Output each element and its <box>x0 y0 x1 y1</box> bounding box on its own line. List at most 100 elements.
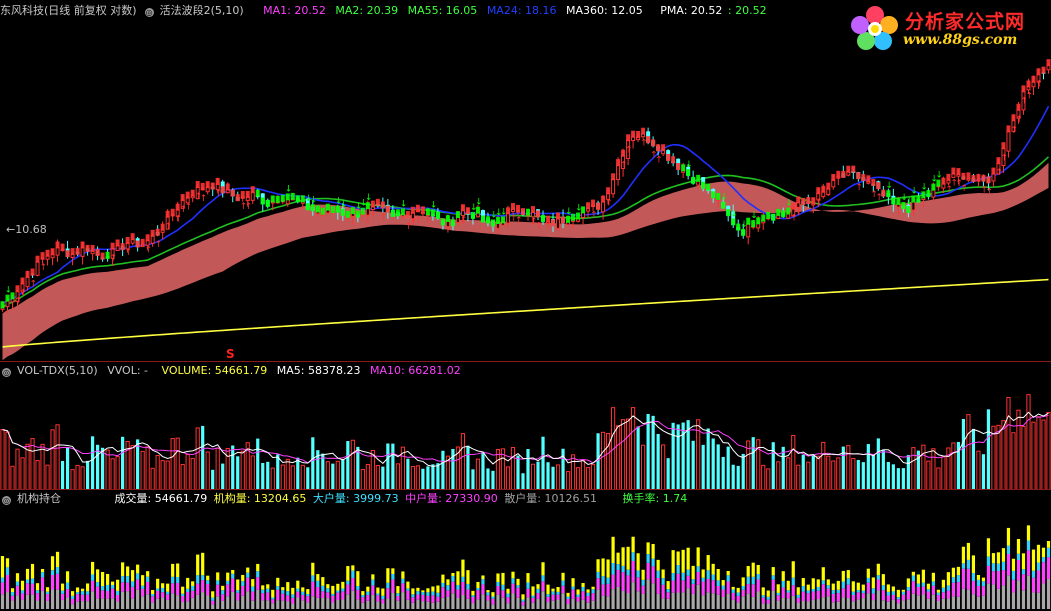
band-marker <box>260 197 265 205</box>
holding-bar-segment <box>721 580 725 586</box>
volume-bar <box>285 458 290 490</box>
holding-bar-segment <box>5 567 10 575</box>
pink-band-area <box>2 162 1049 361</box>
holding-bar-segment <box>516 587 520 598</box>
band-arrow: ↑ <box>535 221 543 231</box>
holding-bar-segment <box>971 555 976 574</box>
holding-bar-segment <box>966 542 971 560</box>
band-marker <box>130 233 135 241</box>
holding-bar-segment <box>191 597 195 609</box>
band-arrow: ↓ <box>400 199 408 209</box>
holding-bar-segment <box>751 576 755 585</box>
band-marker <box>290 192 295 200</box>
volume-bar <box>325 461 330 490</box>
holding-bar-segment <box>361 591 365 596</box>
volume-bar <box>986 409 991 490</box>
holding-bar-segment <box>351 578 355 591</box>
volume-bar <box>55 424 60 490</box>
holding-bar-segment <box>846 578 850 585</box>
holding-bar-segment <box>221 600 225 609</box>
holding-bar-segment <box>911 571 915 576</box>
band-marker <box>340 208 345 216</box>
band-marker <box>345 210 350 218</box>
holding-bar-segment <box>476 590 480 600</box>
holding-bar-segment <box>40 591 45 609</box>
holdings-name[interactable]: 机构持仓 <box>17 492 61 505</box>
holding-bar-segment <box>181 602 185 609</box>
holding-bar-segment <box>971 594 976 609</box>
holding-bar-segment <box>276 589 280 601</box>
holdings-settings-icon[interactable]: ◎ <box>2 496 11 505</box>
holding-bar-segment <box>216 572 220 581</box>
band-marker <box>696 174 701 182</box>
holding-bar-segment <box>416 594 420 600</box>
band-marker <box>30 268 35 276</box>
holding-bar-segment <box>516 585 520 588</box>
vol-indicator-name[interactable]: VOL-TDX(5,10) <box>17 364 98 377</box>
holding-bar-segment <box>556 587 560 592</box>
holding-bar-segment <box>196 554 200 576</box>
holding-bar-segment <box>761 597 765 604</box>
holding-bar-segment <box>481 594 485 609</box>
holding-bar-segment <box>606 583 610 597</box>
volume-bar <box>661 444 666 490</box>
holding-bar-segment <box>811 588 815 592</box>
volume-bar <box>25 443 30 490</box>
holding-bar-segment <box>246 572 250 578</box>
holding-bar-segment <box>106 598 110 609</box>
band-marker <box>981 174 986 182</box>
band-arrow: ↑ <box>995 168 1003 178</box>
holding-bar-segment <box>571 589 575 599</box>
holding-bar-segment <box>416 599 420 609</box>
holding-bar-segment <box>631 582 635 609</box>
holding-bar-segment <box>341 591 345 600</box>
band-marker <box>460 204 465 212</box>
holding-bar-segment <box>161 592 165 598</box>
holding-bar-segment <box>95 569 100 583</box>
holding-bar-segment <box>211 597 215 601</box>
holding-bar-segment <box>416 587 420 592</box>
holding-bar-segment <box>266 584 270 589</box>
band-marker <box>691 176 696 184</box>
volume-bar <box>426 466 430 490</box>
band-arrow: ↑ <box>590 211 598 221</box>
holding-bar-segment <box>671 573 675 581</box>
holding-bar-segment <box>836 593 840 602</box>
holding-bar-segment <box>716 580 720 586</box>
band-marker <box>380 201 385 209</box>
band-marker <box>816 187 821 195</box>
holding-bar-segment <box>621 547 625 566</box>
holding-bar-segment <box>611 562 615 575</box>
holding-bar-segment <box>471 590 475 596</box>
holding-bar-segment <box>271 597 275 600</box>
holding-bar-segment <box>521 605 525 609</box>
holding-bar-segment <box>911 581 915 594</box>
band-arrow: ↑ <box>145 245 153 255</box>
holding-bar-segment <box>406 590 410 600</box>
holding-bar-segment <box>1031 549 1036 571</box>
holding-bar-segment <box>566 596 570 599</box>
cjl-value: 成交量: 54661.79 <box>114 492 208 505</box>
band-arrow: ↑ <box>40 263 48 273</box>
holding-bar-segment <box>1016 553 1021 561</box>
band-marker <box>230 189 235 197</box>
holding-bar-segment <box>1046 540 1051 548</box>
volume-bar <box>270 467 275 490</box>
holding-bar-segment <box>646 579 650 609</box>
volume-settings-icon[interactable]: ◎ <box>2 368 11 377</box>
holding-bar-segment <box>401 571 405 579</box>
volume-bar <box>1026 394 1031 490</box>
volume-bar <box>495 448 501 490</box>
volume-bar <box>871 453 875 490</box>
volume-bar <box>926 460 931 490</box>
holding-bar-segment <box>136 579 140 590</box>
volume-bar <box>551 466 555 490</box>
holding-bar-segment <box>331 585 335 594</box>
band-marker <box>285 193 290 201</box>
holding-bar-segment <box>711 563 715 575</box>
holding-bar-segment <box>461 576 465 582</box>
volume-bar <box>886 461 890 490</box>
holding-bar-segment <box>936 589 940 593</box>
holding-bar-segment <box>976 585 981 597</box>
band-marker <box>365 202 370 210</box>
